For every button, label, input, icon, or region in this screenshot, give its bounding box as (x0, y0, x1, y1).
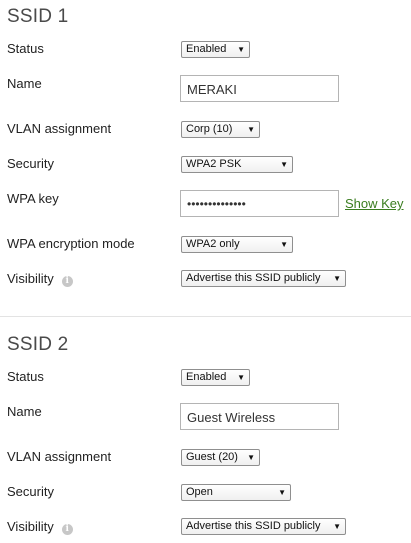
ssid-1-status-value: Enabled (186, 43, 227, 55)
chevron-down-icon: ▼ (280, 160, 288, 169)
chevron-down-icon: ▼ (237, 45, 245, 54)
ssid-2-vlan-label: VLAN assignment (7, 449, 112, 464)
chevron-down-icon: ▼ (333, 522, 341, 531)
ssid-1-wpa-mode-select[interactable]: WPA2 only ▼ (181, 236, 293, 253)
chevron-down-icon: ▼ (237, 373, 245, 382)
ssid-2-status-value: Enabled (186, 371, 227, 383)
ssid-2-visibility-value: Advertise this SSID publicly (186, 520, 321, 532)
section-divider (0, 316, 411, 317)
ssid-1-wpa-key-label: WPA key (7, 191, 59, 206)
ssid-1-security-select[interactable]: WPA2 PSK ▼ (181, 156, 293, 173)
ssid-2-vlan-select[interactable]: Guest (20) ▼ (181, 449, 260, 466)
ssid-1-vlan-value: Corp (10) (186, 123, 233, 135)
ssid-1-vlan-select[interactable]: Corp (10) ▼ (181, 121, 260, 138)
ssid-1-vlan-label: VLAN assignment (7, 121, 112, 136)
chevron-down-icon: ▼ (333, 274, 341, 283)
ssid-1-title: SSID 1 (7, 6, 69, 27)
ssid-1-wpa-mode-label: WPA encryption mode (7, 236, 135, 251)
ssid-1-wpa-key-input[interactable]: •••••••••••••• (180, 190, 339, 217)
ssid-1-wpa-mode-value: WPA2 only (186, 238, 240, 250)
info-icon[interactable]: i (61, 524, 73, 535)
ssid-1-status-label: Status (7, 41, 44, 56)
chevron-down-icon: ▼ (280, 240, 288, 249)
ssid-2-status-label: Status (7, 369, 44, 384)
ssid-2-security-label: Security (7, 484, 54, 499)
ssid-1-name-label: Name (7, 76, 42, 91)
ssid-2-vlan-value: Guest (20) (186, 451, 238, 463)
ssid-1-visibility-select[interactable]: Advertise this SSID publicly ▼ (181, 270, 346, 287)
ssid-1-visibility-text: Visibility (7, 271, 54, 286)
ssid-2-name-input[interactable]: Guest Wireless (180, 403, 339, 430)
ssid-2-security-select[interactable]: Open ▼ (181, 484, 291, 501)
ssid-1-status-select[interactable]: Enabled ▼ (181, 41, 250, 58)
ssid-1-name-input[interactable]: MERAKI (180, 75, 339, 102)
show-key-link[interactable]: Show Key (345, 196, 404, 211)
ssid-1-security-value: WPA2 PSK (186, 158, 242, 170)
chevron-down-icon: ▼ (247, 125, 255, 134)
chevron-down-icon: ▼ (247, 453, 255, 462)
ssid-2-status-select[interactable]: Enabled ▼ (181, 369, 250, 386)
ssid-2-visibility-select[interactable]: Advertise this SSID publicly ▼ (181, 518, 346, 535)
ssid-2-visibility-label: Visibility i (7, 519, 73, 535)
ssid-2-title: SSID 2 (7, 334, 69, 355)
info-icon[interactable]: i (61, 276, 73, 287)
ssid-2-name-label: Name (7, 404, 42, 419)
ssid-1-visibility-value: Advertise this SSID publicly (186, 272, 321, 284)
ssid-1-visibility-label: Visibility i (7, 271, 73, 287)
ssid-1-security-label: Security (7, 156, 54, 171)
chevron-down-icon: ▼ (278, 488, 286, 497)
ssid-2-security-value: Open (186, 486, 213, 498)
ssid-2-visibility-text: Visibility (7, 519, 54, 534)
